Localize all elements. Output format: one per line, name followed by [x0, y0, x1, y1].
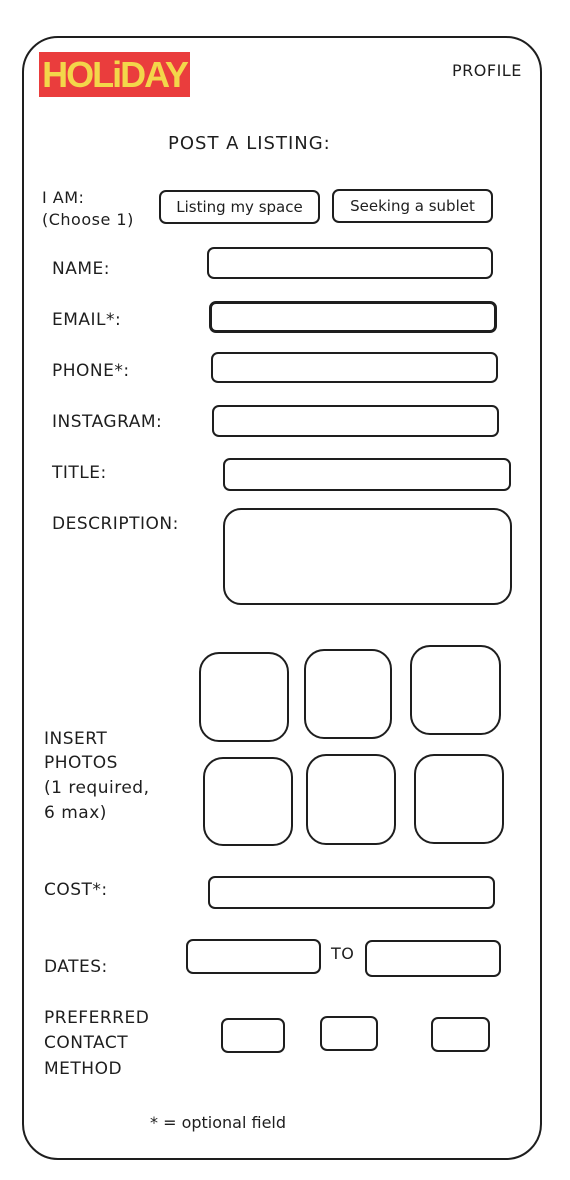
optional-field-footnote: * = optional field: [150, 1113, 287, 1132]
title-label: TITLE:: [52, 463, 107, 483]
photo-slot-1[interactable]: [199, 652, 289, 742]
preferred-contact-label-line2: CONTACT: [44, 1033, 129, 1053]
name-input[interactable]: [207, 247, 493, 279]
contact-option-2[interactable]: [320, 1016, 378, 1051]
photo-slot-4[interactable]: [203, 757, 293, 846]
profile-link[interactable]: PROFILE: [452, 61, 522, 80]
title-input[interactable]: [223, 458, 511, 491]
phone-label: PHONE*:: [52, 361, 130, 381]
i-am-label: I AM:: [42, 188, 85, 207]
holiday-logo[interactable]: HOLiDAY: [39, 52, 190, 97]
insert-photos-label-line2: PHOTOS: [44, 753, 118, 773]
email-label: EMAIL*:: [52, 310, 122, 330]
dates-to-label: TO: [331, 944, 355, 963]
contact-option-3[interactable]: [431, 1017, 490, 1052]
choose-one-hint: (Choose 1): [42, 210, 134, 229]
description-textarea[interactable]: [223, 508, 512, 605]
instagram-input[interactable]: [212, 405, 499, 437]
contact-option-1[interactable]: [221, 1018, 285, 1053]
photos-required-hint: (1 required,: [44, 778, 150, 798]
photo-slot-3[interactable]: [410, 645, 501, 735]
photo-slot-5[interactable]: [306, 754, 396, 845]
description-label: DESCRIPTION:: [52, 514, 179, 534]
photo-slot-6[interactable]: [414, 754, 504, 844]
phone-input[interactable]: [211, 352, 498, 383]
start-date-input[interactable]: [186, 939, 321, 974]
page-title: POST A LISTING:: [168, 133, 331, 154]
cost-label: COST*:: [44, 880, 108, 900]
dates-label: DATES:: [44, 957, 108, 977]
photo-slot-2[interactable]: [304, 649, 392, 739]
email-input[interactable]: [209, 301, 497, 333]
instagram-label: INSTAGRAM:: [52, 412, 163, 432]
seeking-a-sublet-button[interactable]: Seeking a sublet: [332, 189, 493, 223]
listing-my-space-button[interactable]: Listing my space: [159, 190, 320, 224]
preferred-contact-label-line3: METHOD: [44, 1059, 123, 1079]
end-date-input[interactable]: [365, 940, 501, 977]
insert-photos-label: INSERT: [44, 729, 108, 749]
cost-input[interactable]: [208, 876, 495, 909]
name-label: NAME:: [52, 259, 110, 279]
preferred-contact-label: PREFERRED: [44, 1008, 150, 1028]
photos-max-hint: 6 max): [44, 803, 107, 823]
